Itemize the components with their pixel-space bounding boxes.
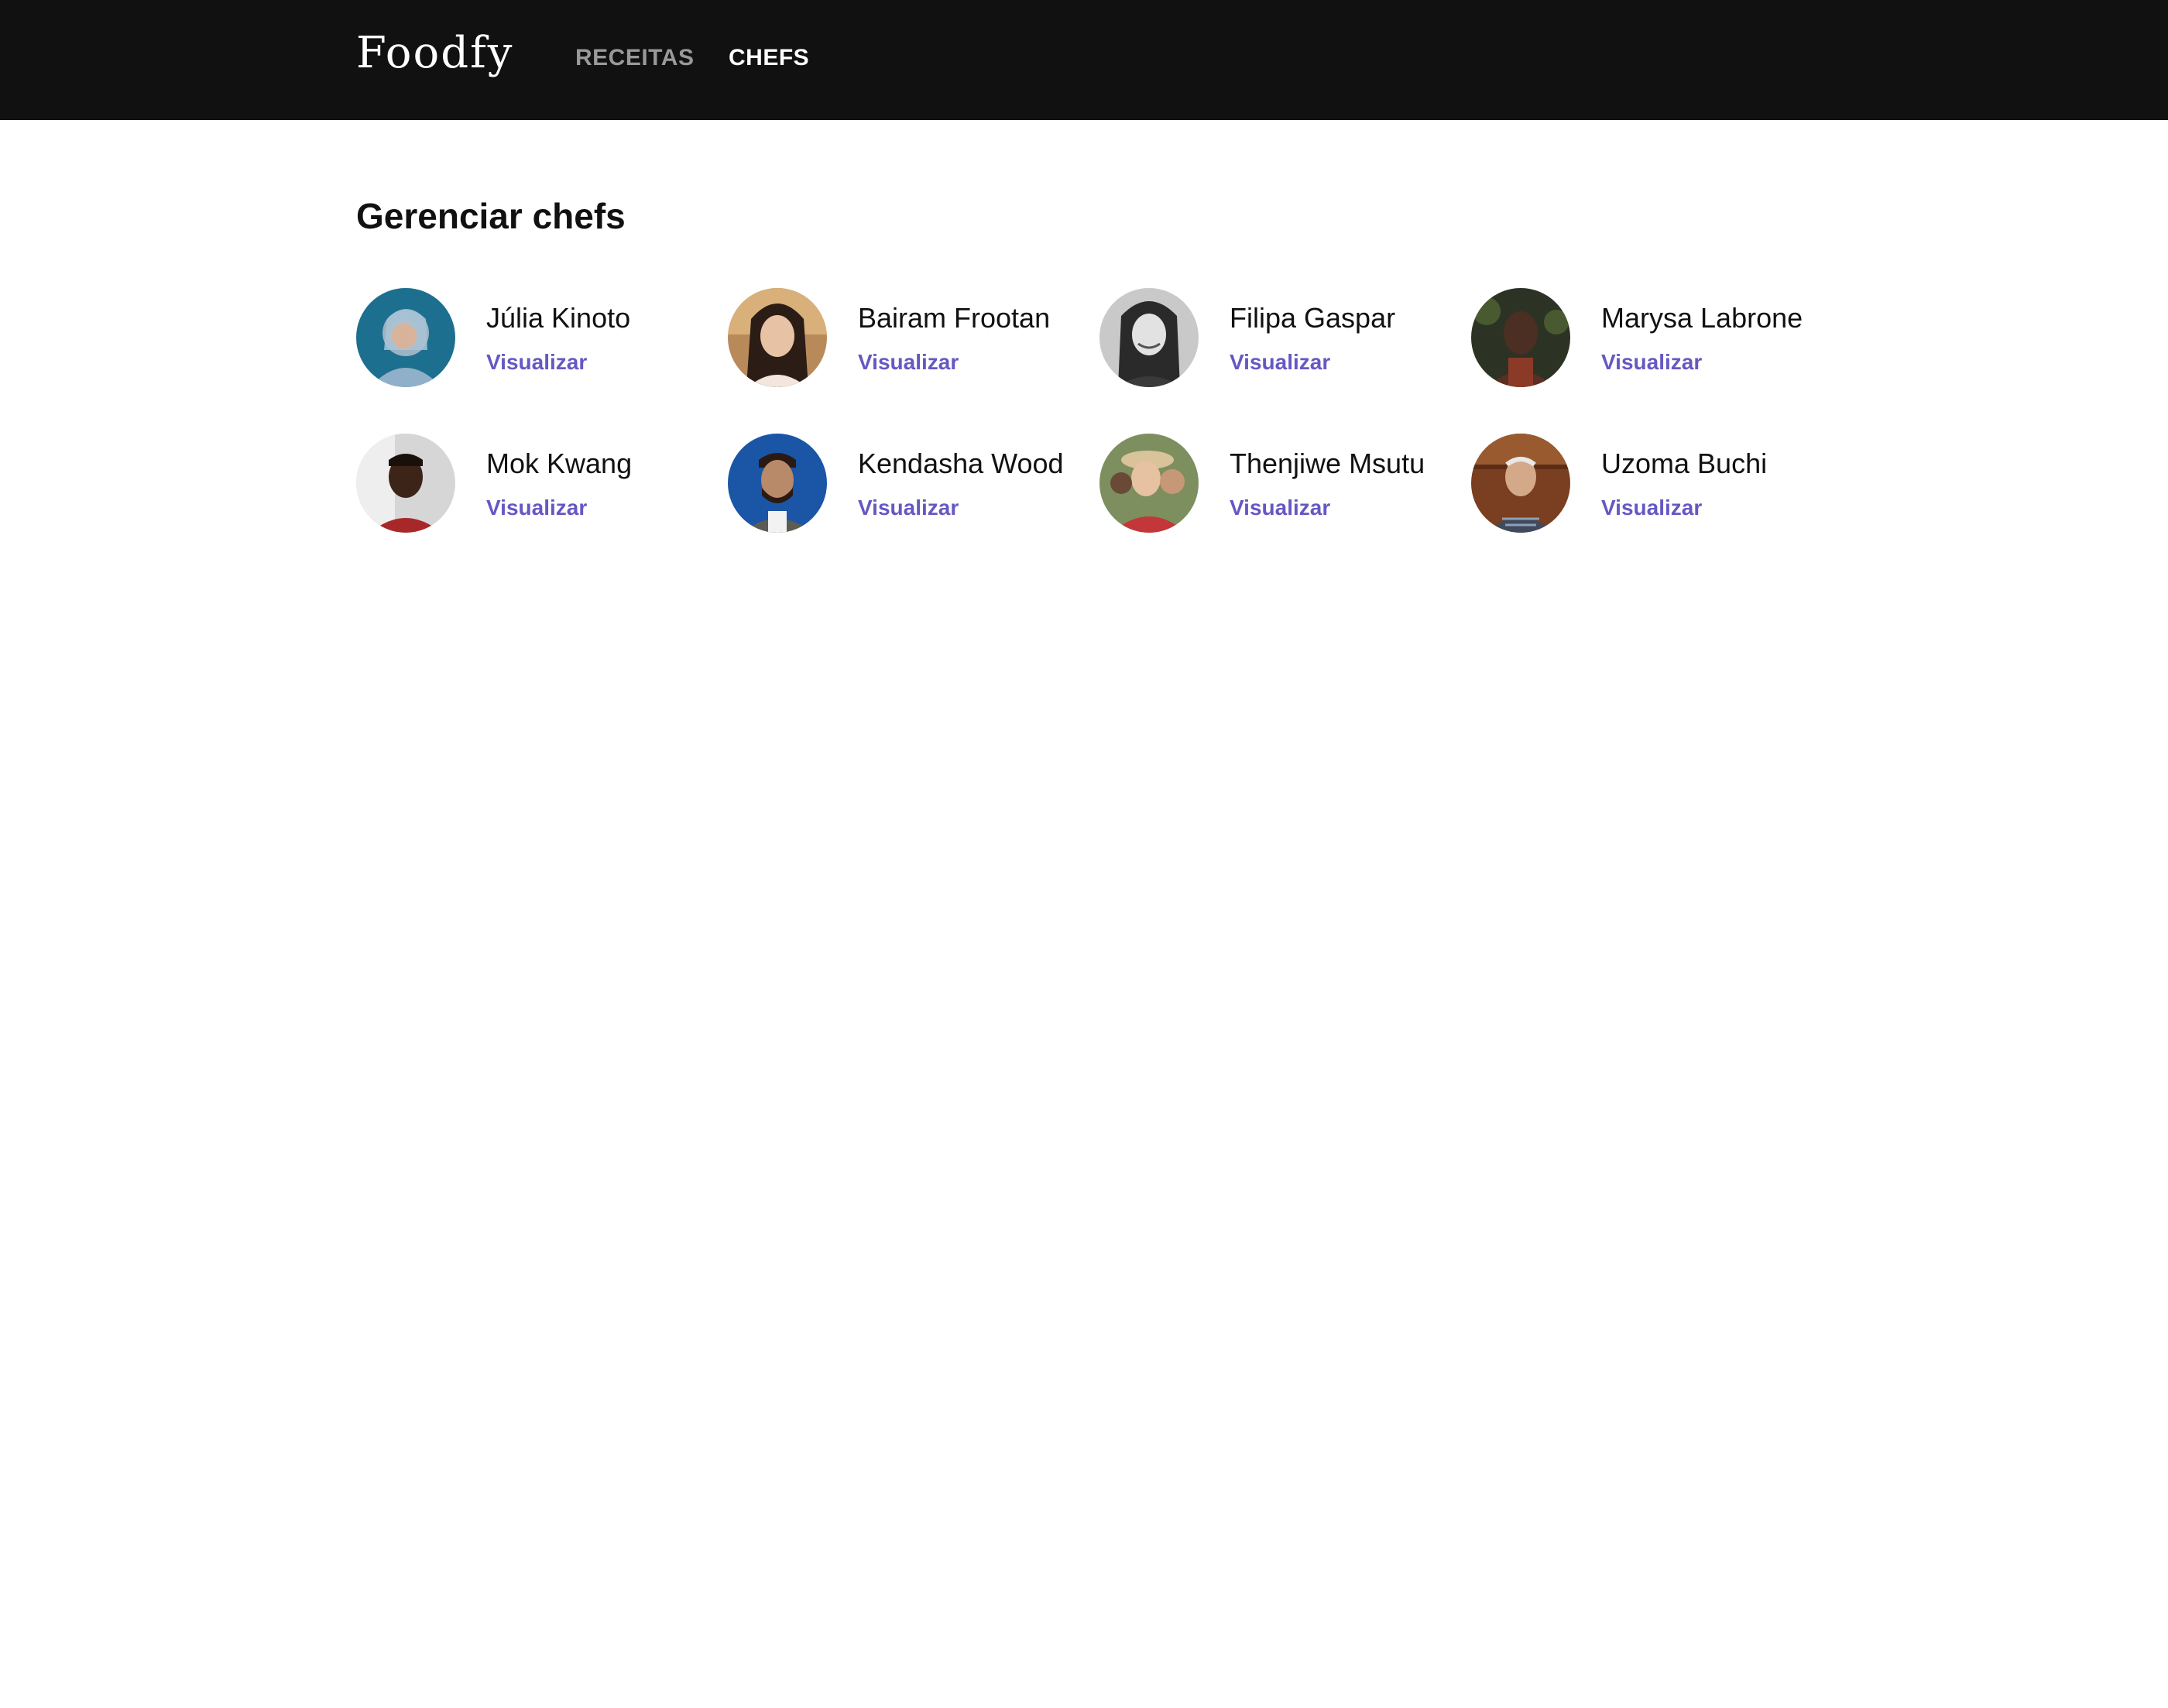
view-chef-link[interactable]: Visualizar — [858, 496, 959, 520]
chef-avatar[interactable] — [1099, 434, 1199, 533]
chef-avatar[interactable] — [728, 288, 827, 387]
chef-card: Bairam Frootan Visualizar — [728, 288, 1084, 389]
view-chef-link[interactable]: Visualizar — [1230, 350, 1330, 375]
chef-name: Filipa Gaspar — [1230, 302, 1396, 334]
view-chef-link[interactable]: Visualizar — [486, 496, 587, 520]
chef-avatar[interactable] — [728, 434, 827, 533]
chef-avatar[interactable] — [356, 288, 455, 387]
logo[interactable]: Foodfy — [356, 28, 513, 78]
chef-avatar[interactable] — [1471, 288, 1570, 387]
chef-card: Marysa Labrone Visualizar — [1471, 288, 1827, 389]
chef-card: Mok Kwang Visualizar — [356, 434, 712, 534]
chef-card: Thenjiwe Msutu Visualizar — [1099, 434, 1456, 534]
chef-card: Júlia Kinoto Visualizar — [356, 288, 712, 389]
chef-avatar[interactable] — [1099, 288, 1199, 387]
chef-name: Uzoma Buchi — [1601, 448, 1768, 479]
page-title: Gerenciar chefs — [356, 196, 626, 236]
chef-card: Kendasha Wood Visualizar — [728, 434, 1084, 534]
view-chef-link[interactable]: Visualizar — [858, 350, 959, 375]
view-chef-link[interactable]: Visualizar — [1230, 496, 1330, 520]
chef-name: Kendasha Wood — [858, 448, 1064, 479]
chef-avatar[interactable] — [356, 434, 455, 533]
chef-avatar[interactable] — [1471, 434, 1570, 533]
nav-link-chefs[interactable]: CHEFS — [729, 45, 809, 71]
chef-card: Uzoma Buchi Visualizar — [1471, 434, 1827, 534]
view-chef-link[interactable]: Visualizar — [1601, 496, 1702, 520]
chef-name: Bairam Frootan — [858, 302, 1051, 334]
top-navbar: Foodfy RECEITAS CHEFS — [0, 0, 2168, 120]
chef-name: Thenjiwe Msutu — [1230, 448, 1425, 479]
view-chef-link[interactable]: Visualizar — [1601, 350, 1702, 375]
nav-link-receitas[interactable]: RECEITAS — [575, 45, 694, 71]
chef-name: Marysa Labrone — [1601, 302, 1803, 334]
chef-name: Mok Kwang — [486, 448, 633, 479]
chef-name: Júlia Kinoto — [486, 302, 631, 334]
chef-card: Filipa Gaspar Visualizar — [1099, 288, 1456, 389]
view-chef-link[interactable]: Visualizar — [486, 350, 587, 375]
